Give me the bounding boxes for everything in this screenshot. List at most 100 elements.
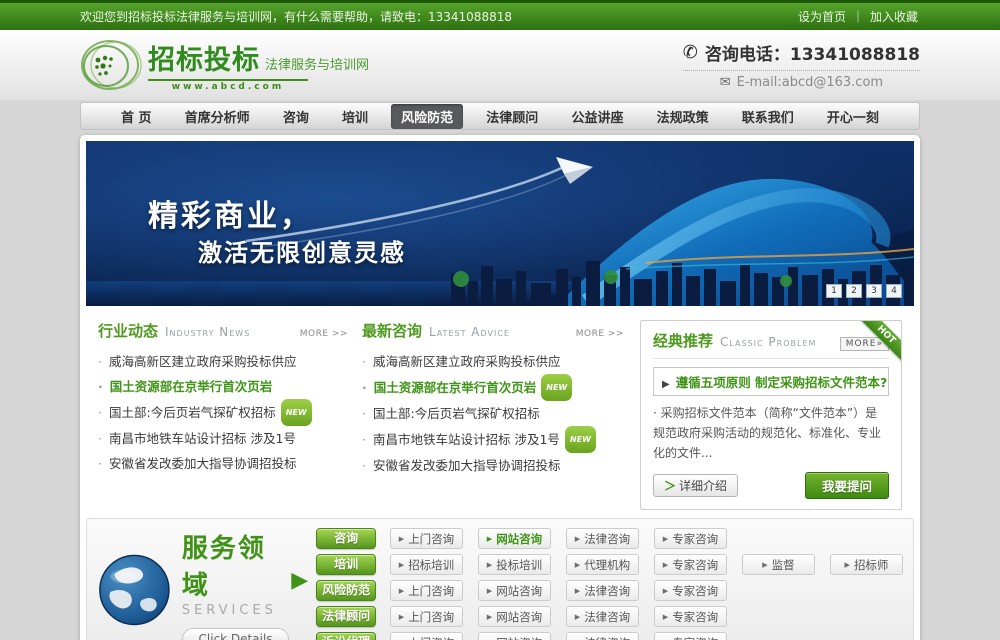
list-item[interactable]: ·南昌市地铁车站设计招标 涉及1号 [98, 426, 348, 451]
service-links-grid: ▶上门咨询 ▶网站咨询 ▶法律咨询 ▶专家咨询 ▶招标培训 ▶投标培训 ▶代理机… [390, 528, 903, 640]
arrow-right-icon: ▶ [399, 613, 404, 621]
service-link-button[interactable]: ▶网站咨询 [478, 606, 551, 627]
list-item[interactable]: ·南昌市地铁车站设计招标 涉及1号NEW [362, 426, 624, 453]
bullet-icon: · [362, 354, 366, 369]
nav-item-home[interactable]: 首 页 [111, 104, 162, 129]
category-training-button[interactable]: 培训 [316, 554, 376, 575]
classic-problem-section: HOT 经典推荐 Classic Problem MORE» ▶遵循五项原则 制… [640, 320, 902, 510]
arrow-right-icon: ▶ [845, 561, 850, 569]
nav-item-chief-analyst[interactable]: 首席分析师 [175, 104, 260, 129]
category-risk-button[interactable]: 风险防范 [316, 580, 376, 601]
arrow-right-icon: ▶ [575, 535, 580, 543]
phone-number: 咨询电话：13341088818 [705, 40, 920, 65]
service-link-button[interactable]: ▶上门咨询 [390, 606, 463, 627]
top-bar: 欢迎您到招标投标法律服务与培训网，有什么需要帮助，请致电：13341088818… [0, 0, 1000, 30]
nav-item-risk-prevention[interactable]: 风险防范 [391, 104, 463, 129]
service-link-button[interactable]: ▶招标师 [830, 554, 903, 575]
services-title: 服务领域 [182, 528, 289, 602]
service-link-button[interactable]: ▶专家咨询 [654, 632, 727, 640]
service-link-button[interactable]: ▶代理机构 [566, 554, 639, 575]
add-favorite-link[interactable]: 加入收藏 [870, 8, 918, 25]
arrow-right-icon: ▶ [575, 587, 580, 595]
detail-button[interactable]: ＞详细介绍 [653, 474, 738, 497]
bullet-icon: · [98, 405, 102, 420]
service-link-button[interactable]: ▶上门咨询 [390, 632, 463, 640]
logo-icon [80, 38, 142, 92]
service-link-button[interactable]: ▶专家咨询 [654, 554, 727, 575]
click-details-button[interactable]: Click Details [182, 628, 289, 640]
mail-icon: ✉ [720, 75, 731, 90]
pager-1[interactable]: 1 [826, 284, 842, 298]
arrow-right-icon: ▶ [399, 561, 404, 569]
industry-news-section: 行业动态 Industry News MORE >> ·威海高新区建立政府采购投… [98, 320, 348, 510]
nav-item-regulations[interactable]: 法规政策 [647, 104, 719, 129]
nav-item-consult[interactable]: 咨询 [273, 104, 319, 129]
service-link-button[interactable]: ▶投标培训 [478, 554, 551, 575]
category-legal-button[interactable]: 法律顾问 [316, 606, 376, 627]
arrow-right-icon: ▶ [399, 587, 404, 595]
nav-item-training[interactable]: 培训 [332, 104, 378, 129]
service-link-button[interactable]: ▶专家咨询 [654, 528, 727, 549]
list-item[interactable]: ·国土部:今后页岩气探矿权招标 [362, 401, 624, 426]
service-categories: 咨询 培训 风险防范 法律顾问 诉讼代理 [316, 528, 376, 640]
site-logo[interactable]: 招标投标 法律服务与培训网 www.abcd.com [80, 38, 369, 92]
service-link-button[interactable]: ▶法律咨询 [566, 528, 639, 549]
bullet-icon: · [98, 379, 103, 394]
list-item[interactable]: ·国土资源部在京举行首次页岩NEW [362, 374, 624, 401]
industry-news-title-en: Industry News [165, 325, 250, 339]
industry-news-title: 行业动态 [98, 320, 158, 341]
category-consult-button[interactable]: 咨询 [316, 528, 376, 549]
service-link-button[interactable]: ▶招标培训 [390, 554, 463, 575]
service-link-button[interactable]: ▶法律咨询 [566, 632, 639, 640]
bullet-icon: · [98, 354, 102, 369]
new-badge: NEW [281, 399, 312, 426]
pager-3[interactable]: 3 [866, 284, 882, 298]
arrow-right-icon: ▶ [762, 561, 767, 569]
topbar-separator: ｜ [852, 8, 864, 25]
ask-question-button[interactable]: 我要提问 [805, 472, 889, 499]
arrow-right-icon: ▶ [662, 379, 670, 390]
nav-item-legal-advisor[interactable]: 法律顾问 [476, 104, 548, 129]
set-home-link[interactable]: 设为首页 [798, 8, 846, 25]
industry-news-more-link[interactable]: MORE >> [300, 329, 348, 339]
list-item[interactable]: ·国土部:今后页岩气探矿权招标NEW [98, 399, 348, 426]
list-item[interactable]: ·威海高新区建立政府采购投标供应 [98, 349, 348, 374]
list-item[interactable]: ·安徽省发改委加大指导协调招投标 [362, 453, 624, 478]
phone-icon: ✆ [683, 42, 698, 63]
services-promo: 服务领域 SERVICES Click Details [97, 528, 289, 640]
bullet-icon: · [362, 380, 367, 395]
pager-4[interactable]: 4 [886, 284, 902, 298]
bullet-icon: · [362, 432, 366, 447]
arrow-right-icon: ▶ [575, 613, 580, 621]
service-link-button[interactable]: ▶网站咨询 [478, 528, 551, 549]
nav-item-public-lecture[interactable]: 公益讲座 [561, 104, 633, 129]
service-link-button[interactable]: ▶网站咨询 [478, 632, 551, 640]
service-link-button[interactable]: ▶法律咨询 [566, 580, 639, 601]
service-link-button[interactable]: ▶监督 [742, 554, 815, 575]
logo-tagline: 法律服务与培训网 [265, 54, 369, 73]
classic-question-link[interactable]: ▶遵循五项原则 制定采购招标文件范本? [653, 367, 889, 396]
email-text: E-mail:abcd@163.com [737, 75, 883, 90]
service-link-button[interactable]: ▶专家咨询 [654, 606, 727, 627]
list-item[interactable]: ·国土资源部在京举行首次页岩 [98, 374, 348, 399]
globe-icon [97, 550, 172, 628]
list-item[interactable]: ·安徽省发改委加大指导协调招投标 [98, 451, 348, 476]
service-link-button[interactable]: ▶上门咨询 [390, 528, 463, 549]
latest-advice-title-en: Latest Advice [429, 325, 510, 339]
service-link-button[interactable]: ▶上门咨询 [390, 580, 463, 601]
classic-summary: · 采购招标文件范本（简称“文件范本”）是规范政府采购活动的规范化、标准化、专业… [653, 403, 889, 463]
latest-advice-more-link[interactable]: MORE >> [576, 329, 624, 339]
list-item[interactable]: ·威海高新区建立政府采购投标供应 [362, 349, 624, 374]
nav-item-contact-us[interactable]: 联系我们 [732, 104, 804, 129]
pager-2[interactable]: 2 [846, 284, 862, 298]
category-litigation-button[interactable]: 诉讼代理 [316, 632, 376, 640]
site-header: 招标投标 法律服务与培训网 www.abcd.com ✆ 咨询电话：133410… [0, 30, 1000, 100]
nav-item-happy-moment[interactable]: 开心一刻 [817, 104, 889, 129]
service-link-button[interactable]: ▶法律咨询 [566, 606, 639, 627]
arrow-right-icon: ▶ [663, 535, 668, 543]
arrow-right-icon: ▶ [487, 613, 492, 621]
service-link-button[interactable]: ▶专家咨询 [654, 580, 727, 601]
service-link-button[interactable]: ▶网站咨询 [478, 580, 551, 601]
main-container: 精彩商业， 激活无限创意灵感 1 2 3 4 行业动态 Industry New… [80, 135, 920, 640]
banner-pagination: 1 2 3 4 [826, 284, 902, 298]
